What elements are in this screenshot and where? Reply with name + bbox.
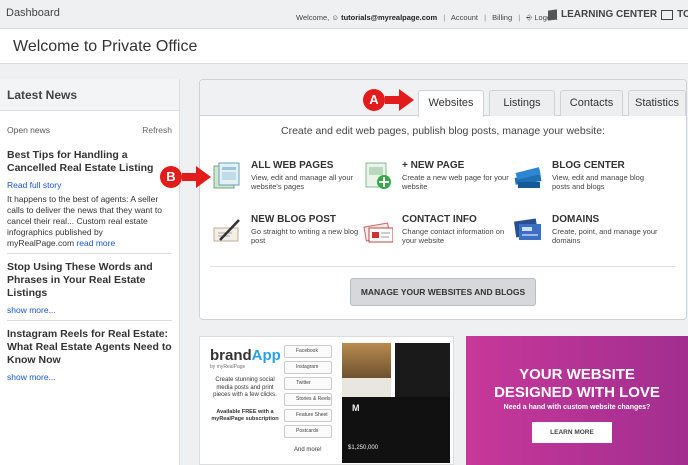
listing-photo: M $1,250,000 [342,397,450,463]
brandapp-logo: brandApp [210,347,281,364]
contact-info-link[interactable]: CONTACT INFO Change contact information … [363,214,513,258]
new-blog-post-link[interactable]: NEW BLOG POST Go straight to writing a n… [212,214,362,258]
top-bar: Dashboard Welcome, ☺ tutorials@myrealpag… [0,0,688,28]
feature-desc: Change contact information on your websi… [402,227,505,245]
news-excerpt: It happens to the best of agents: A sell… [7,194,172,249]
feature-title: NEW BLOG POST [251,214,336,225]
refresh-link[interactable]: Refresh [142,125,172,135]
open-news-label: Open news [7,125,50,135]
billing-link[interactable]: Billing [492,13,512,22]
brandapp-menu-item: Stories & Reels [284,393,332,406]
websites-panel: Websites Listings Contacts Statistics Cr… [199,79,687,320]
brandapp-more: And more! [294,447,322,453]
tab-statistics[interactable]: Statistics [628,90,686,116]
contact-info-icon [363,222,393,243]
learn-more-button[interactable]: LEARN MORE [532,422,612,443]
domains-icon [513,218,541,240]
feature-title: + NEW PAGE [402,160,465,171]
brandapp-menu-item: Feature Sheet [284,409,332,422]
news-title[interactable]: Best Tips for Handling a Cancelled Real … [7,149,172,175]
promo-headline: YOUR WEBSITE DESIGNED WITH LOVE [466,366,688,402]
blog-center-icon [514,167,542,188]
book-icon [548,8,557,21]
promo-subtitle: Need a hand with custom website changes? [503,404,651,411]
tab-contacts[interactable]: Contacts [560,90,623,116]
tab-websites[interactable]: Websites [418,90,484,117]
brandapp-banner[interactable]: brandApp by myRealPage Create stunning s… [199,336,454,465]
panel-divider [210,266,676,267]
callout-a-arrow-icon [385,89,414,111]
welcome-prefix: Welcome, [296,13,330,22]
feature-desc: Create, point, and manage your domains [552,227,658,245]
show-more-link[interactable]: show more... [7,372,172,382]
welcome-bar: Welcome to Private Office [0,28,688,64]
tour-link[interactable]: TOUR [677,9,688,20]
news-subheader: Open news Refresh [0,111,179,135]
dashboard-link[interactable]: Dashboard [6,7,60,19]
new-page-icon [365,162,391,189]
feature-title: BLOG CENTER [552,160,625,171]
kitchen-photo [395,343,450,401]
show-more-link[interactable]: show more... [7,305,172,315]
websites-intro: Create and edit web pages, publish blog … [281,125,605,137]
feature-desc: View, edit and manage all your website's… [251,173,354,191]
blog-center-link[interactable]: BLOG CENTER View, edit and manage blog p… [513,160,663,204]
account-link[interactable]: Account [451,13,478,22]
news-item: Stop Using These Words and Phrases in Yo… [0,261,179,315]
promo-line-2: DESIGNED WITH LOVE [494,384,660,401]
news-title[interactable]: Stop Using These Words and Phrases in Yo… [7,261,172,300]
tab-bar: Websites Listings Contacts Statistics [200,80,686,117]
news-header: Latest News [0,79,179,111]
new-page-link[interactable]: + NEW PAGE Create a new web page for you… [363,160,513,204]
callout-b-arrow-icon [182,166,211,188]
brandapp-menu-item: Instagram [284,361,332,374]
read-full-story-link[interactable]: Read full story [7,180,172,190]
listing-letter: M [352,403,360,413]
user-icon: ☺ [331,13,339,22]
logout-icon: ⎆ [526,13,533,22]
brandapp-menu-item: Facebook [284,345,332,358]
interior-photo [342,343,391,401]
feature-desc: Go straight to writing a new blog post [251,227,359,245]
brandapp-menu: Facebook Instagram Twitter Stories & Ree… [284,345,332,441]
brandapp-logo-sub: by myRealPage [210,364,246,370]
brandapp-availability: Available FREE with a myRealPage subscri… [211,409,279,422]
read-more-link[interactable]: read more [76,238,115,248]
latest-news-panel: Latest News Open news Refresh Best Tips … [0,79,180,465]
callout-b-badge: B [160,166,182,188]
user-menu: Welcome, ☺ tutorials@myrealpage.com | Ac… [296,13,558,22]
page-title: Welcome to Private Office [13,38,198,55]
promo-line-1: YOUR WEBSITE [519,366,635,383]
brandapp-menu-item: Twitter [284,377,332,390]
feature-title: DOMAINS [552,214,600,225]
feature-desc: Create a new web page for your website [402,173,509,191]
brandapp-description: Create stunning social media posts and p… [213,377,277,398]
logo-text-b: App [251,347,281,364]
web-pages-icon [213,162,240,189]
divider [7,253,172,254]
feature-title: ALL WEB PAGES [251,160,334,171]
all-web-pages-link[interactable]: ALL WEB PAGES View, edit and manage all … [212,160,362,204]
listing-price: $1,250,000 [348,445,379,451]
map-icon [661,9,674,20]
feature-title: CONTACT INFO [402,214,477,225]
domains-link[interactable]: DOMAINS Create, point, and manage your d… [513,214,663,258]
divider [7,320,172,321]
tab-listings[interactable]: Listings [489,90,555,116]
new-blog-post-icon [213,219,240,242]
news-item: Best Tips for Handling a Cancelled Real … [0,149,179,249]
callout-a-badge: A [363,89,385,111]
manage-websites-button[interactable]: MANAGE YOUR WEBSITES AND BLOGS [350,278,536,306]
learning-center: LEARNING CENTER TOUR [548,8,688,21]
news-title[interactable]: Instagram Reels for Real Estate: What Re… [7,328,172,367]
brandapp-menu-item: Postcards [284,425,332,438]
user-email: tutorials@myrealpage.com [341,13,438,22]
news-item: Instagram Reels for Real Estate: What Re… [0,328,179,382]
website-design-banner[interactable]: YOUR WEBSITE DESIGNED WITH LOVE Need a h… [466,336,688,465]
feature-desc: View, edit and manage blog posts and blo… [552,173,645,191]
logo-text-a: brand [210,347,252,364]
learning-center-link[interactable]: LEARNING CENTER [561,9,657,20]
